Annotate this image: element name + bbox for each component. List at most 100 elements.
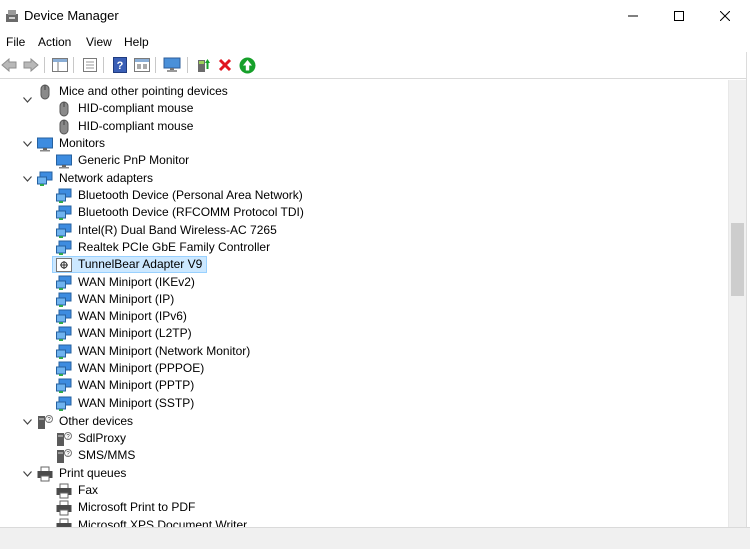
scan-hardware-button[interactable] [163, 56, 181, 74]
device-item[interactable]: Bluetooth Device (Personal Area Network) [56, 187, 305, 204]
device-item[interactable]: Fax [56, 482, 100, 499]
device-label: HID-compliant mouse [78, 119, 194, 133]
device-item[interactable]: WAN Miniport (IPv6) [56, 308, 189, 325]
category-print-queues[interactable]: Print queues [37, 465, 128, 482]
close-icon [720, 11, 730, 21]
forward-button[interactable] [22, 56, 40, 74]
device-item[interactable]: ? SdlProxy [56, 430, 128, 447]
show-hide-tree-button[interactable] [51, 56, 69, 74]
category-label: Print queues [59, 466, 127, 480]
chevron-down-icon[interactable] [22, 139, 32, 149]
printer-icon [37, 466, 53, 481]
device-label: HID-compliant mouse [78, 101, 194, 115]
menu-action[interactable]: Action [38, 35, 71, 49]
toolbar-separator [103, 57, 104, 73]
device-item[interactable]: WAN Miniport (SSTP) [56, 395, 196, 412]
device-item[interactable]: ? SMS/MMS [56, 447, 137, 464]
device-item[interactable]: Intel(R) Dual Band Wireless-AC 7265 [56, 222, 279, 239]
device-label: Realtek PCIe GbE Family Controller [78, 240, 271, 254]
printer-icon [56, 483, 72, 498]
device-item[interactable]: Realtek PCIe GbE Family Controller [56, 239, 272, 256]
network-adapter-icon [56, 240, 72, 255]
device-label: WAN Miniport (Network Monitor) [78, 344, 251, 358]
device-label: Bluetooth Device (RFCOMM Protocol TDI) [78, 205, 304, 219]
device-label: SMS/MMS [78, 448, 136, 462]
network-adapter-icon [56, 344, 72, 359]
device-item[interactable]: Microsoft Print to PDF [56, 499, 197, 516]
network-adapter-icon [56, 275, 72, 290]
menu-help[interactable]: Help [124, 35, 149, 49]
uninstall-device-button[interactable] [216, 56, 234, 74]
help-button[interactable]: ? [111, 56, 129, 74]
device-label: WAN Miniport (L2TP) [78, 326, 192, 340]
printer-icon [56, 518, 72, 527]
minimize-button[interactable] [610, 0, 656, 32]
category-other-devices[interactable]: ? Other devices [37, 413, 135, 430]
device-label: Microsoft XPS Document Writer [78, 518, 248, 527]
enable-device-button[interactable] [238, 56, 256, 74]
menu-view[interactable]: View [86, 35, 112, 49]
device-item[interactable]: HID-compliant mouse [56, 100, 195, 117]
chevron-down-icon[interactable] [22, 417, 32, 427]
category-mice[interactable]: Mice and other pointing devices [37, 83, 230, 100]
category-label: Network adapters [59, 171, 154, 185]
chevron-down-icon[interactable] [22, 95, 32, 105]
category-label: Monitors [59, 136, 106, 150]
network-adapter-icon [56, 223, 72, 238]
monitor-icon [37, 137, 53, 151]
device-label: Generic PnP Monitor [78, 153, 190, 167]
category-label: Mice and other pointing devices [59, 84, 228, 98]
device-label: WAN Miniport (PPPOE) [78, 361, 205, 375]
device-item[interactable]: WAN Miniport (IP) [56, 291, 176, 308]
network-adapter-icon [56, 205, 72, 220]
close-button[interactable] [702, 0, 748, 32]
category-monitors[interactable]: Monitors [37, 135, 107, 152]
category-label: Other devices [59, 414, 134, 428]
device-label: Microsoft Print to PDF [78, 500, 196, 514]
chevron-down-icon[interactable] [22, 469, 32, 479]
uninstall-device-icon [218, 58, 232, 72]
device-item[interactable]: Generic PnP Monitor [56, 152, 191, 169]
back-button[interactable] [0, 56, 18, 74]
device-item[interactable]: WAN Miniport (Network Monitor) [56, 343, 252, 360]
window-title: Device Manager [24, 8, 119, 23]
vertical-scrollbar[interactable] [729, 80, 746, 527]
network-adapter-icon [56, 188, 72, 203]
device-view-button[interactable] [133, 56, 151, 74]
unknown-device-icon: ? [57, 431, 72, 446]
maximize-button[interactable] [656, 0, 702, 32]
unknown-device-icon: ? [38, 414, 53, 429]
mouse-icon [59, 101, 69, 116]
device-label: WAN Miniport (PPTP) [78, 378, 195, 392]
scrollbar-thumb[interactable] [731, 223, 744, 296]
device-label: Bluetooth Device (Personal Area Network) [78, 188, 303, 202]
forward-arrow-icon [23, 58, 39, 72]
device-item[interactable]: Bluetooth Device (RFCOMM Protocol TDI) [56, 204, 306, 221]
device-item[interactable]: WAN Miniport (IKEv2) [56, 274, 197, 291]
unknown-device-icon: ? [57, 448, 72, 463]
minimize-icon [628, 15, 638, 17]
category-network-adapters[interactable]: Network adapters [37, 170, 155, 187]
title-bar: Device Manager [0, 0, 750, 32]
maximize-icon [674, 11, 684, 21]
device-tree[interactable]: Mice and other pointing devices HID-comp… [0, 80, 729, 527]
device-item[interactable]: Microsoft XPS Document Writer [56, 517, 249, 527]
device-item[interactable]: HID-compliant mouse [56, 118, 195, 135]
device-item[interactable]: WAN Miniport (PPTP) [56, 377, 196, 394]
device-item[interactable]: WAN Miniport (L2TP) [56, 325, 194, 342]
device-label: SdlProxy [78, 431, 127, 445]
properties-button[interactable] [81, 56, 99, 74]
network-adapter-icon [56, 396, 72, 411]
window-right-border [746, 52, 750, 527]
toolbar-separator [155, 57, 156, 73]
device-item[interactable]: WAN Miniport (PPPOE) [56, 360, 206, 377]
update-driver-button[interactable] [194, 56, 212, 74]
network-adapter-icon [56, 309, 72, 324]
device-item-selected[interactable]: TunnelBear Adapter V9 [52, 256, 208, 273]
properties-icon [83, 58, 97, 72]
device-label: TunnelBear Adapter V9 [78, 257, 203, 271]
show-hide-tree-icon [52, 58, 68, 72]
mouse-icon [40, 84, 50, 99]
menu-file[interactable]: File [6, 35, 25, 49]
chevron-down-icon[interactable] [22, 174, 32, 184]
